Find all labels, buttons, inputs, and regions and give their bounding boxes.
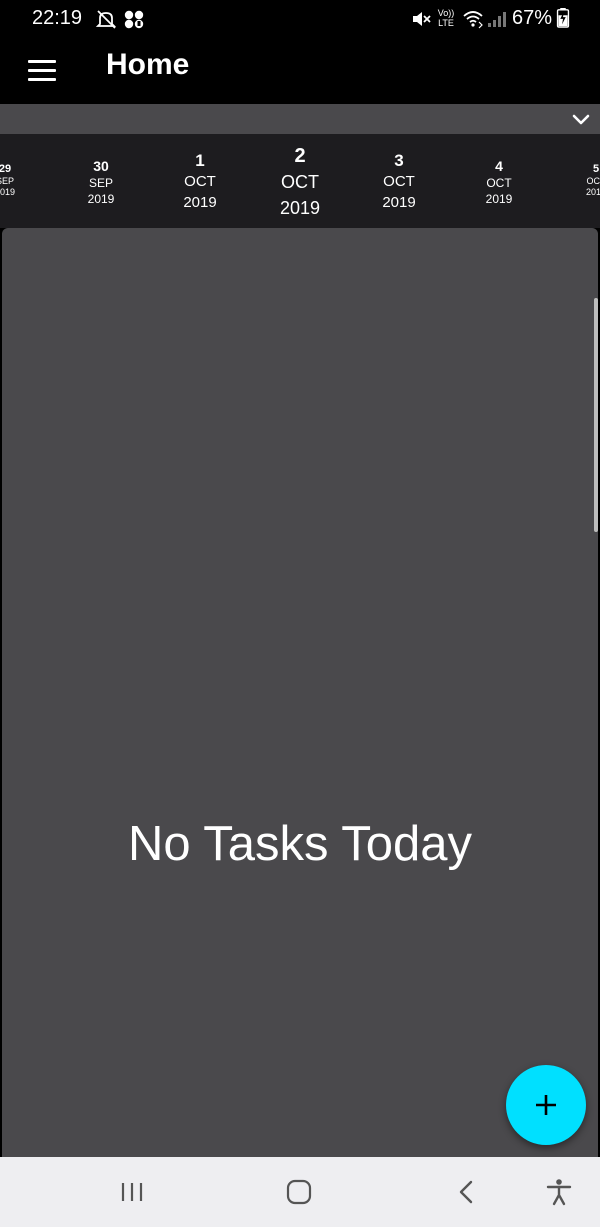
date-item[interactable]: 3 OCT 2019	[359, 134, 439, 228]
task-list-panel[interactable]: No Tasks Today	[2, 228, 598, 1157]
menu-icon	[28, 60, 56, 63]
back-icon[interactable]	[452, 1177, 482, 1207]
date-day: 30	[93, 158, 109, 174]
date-day: 5	[592, 163, 600, 175]
menu-button[interactable]	[22, 54, 62, 88]
status-time: 22:19	[32, 7, 83, 29]
date-year: 2019	[485, 192, 513, 206]
date-item[interactable]: 4 OCT 2019	[459, 134, 539, 228]
date-month: SEP	[0, 176, 14, 186]
date-month: OCT	[383, 173, 415, 190]
signal-icon	[488, 12, 506, 27]
recent-apps-icon[interactable]	[117, 1177, 147, 1207]
date-strip[interactable]: 29 SEP 2019 30 SEP 2019 1 OCT 2019 2 OCT…	[0, 134, 600, 228]
date-item[interactable]: 1 OCT 2019	[160, 134, 240, 228]
add-task-button[interactable]	[506, 1065, 586, 1145]
scrollbar[interactable]	[594, 298, 598, 532]
notifications-off-icon	[95, 10, 117, 29]
date-day: 4	[495, 158, 503, 174]
app-icon	[124, 10, 144, 29]
date-month: OCT	[586, 176, 600, 186]
date-day: 1	[195, 151, 205, 170]
date-year: 2019	[279, 198, 321, 218]
date-day: 29	[0, 163, 12, 175]
date-day: 2	[294, 145, 306, 167]
date-year: 2019	[0, 187, 16, 197]
date-year: 2019	[87, 192, 115, 206]
battery-percent: 67%	[511, 7, 552, 29]
status-bar: 22:19 Vo)) LTE 67%	[0, 0, 600, 38]
calendar-collapse-bar[interactable]	[0, 104, 600, 134]
date-item[interactable]: 29 SEP 2019	[0, 134, 45, 228]
date-month: OCT	[281, 172, 319, 192]
home-icon[interactable]	[284, 1177, 314, 1207]
date-item[interactable]: 5 OCT 2019	[556, 134, 600, 228]
app-bar: Home	[0, 38, 600, 104]
date-year: 2019	[585, 187, 600, 197]
date-item[interactable]: 30 SEP 2019	[61, 134, 141, 228]
accessibility-icon[interactable]	[544, 1177, 574, 1207]
date-year: 2019	[183, 194, 217, 211]
wifi-icon	[463, 11, 483, 29]
date-month: OCT	[184, 173, 216, 190]
battery-charging-icon	[556, 8, 570, 28]
date-year: 2019	[382, 194, 416, 211]
date-month: OCT	[486, 176, 512, 190]
date-item-selected[interactable]: 2 OCT 2019	[260, 134, 340, 228]
date-day: 3	[394, 151, 404, 170]
empty-state-message: No Tasks Today	[127, 817, 473, 871]
system-nav-bar	[0, 1157, 600, 1227]
volte-lte-icon: Vo)) LTE	[437, 8, 455, 28]
date-month: SEP	[88, 176, 113, 190]
page-title: Home	[106, 48, 190, 81]
chevron-down-icon[interactable]	[570, 108, 592, 130]
plus-icon	[536, 1095, 556, 1115]
mute-icon	[413, 12, 431, 26]
